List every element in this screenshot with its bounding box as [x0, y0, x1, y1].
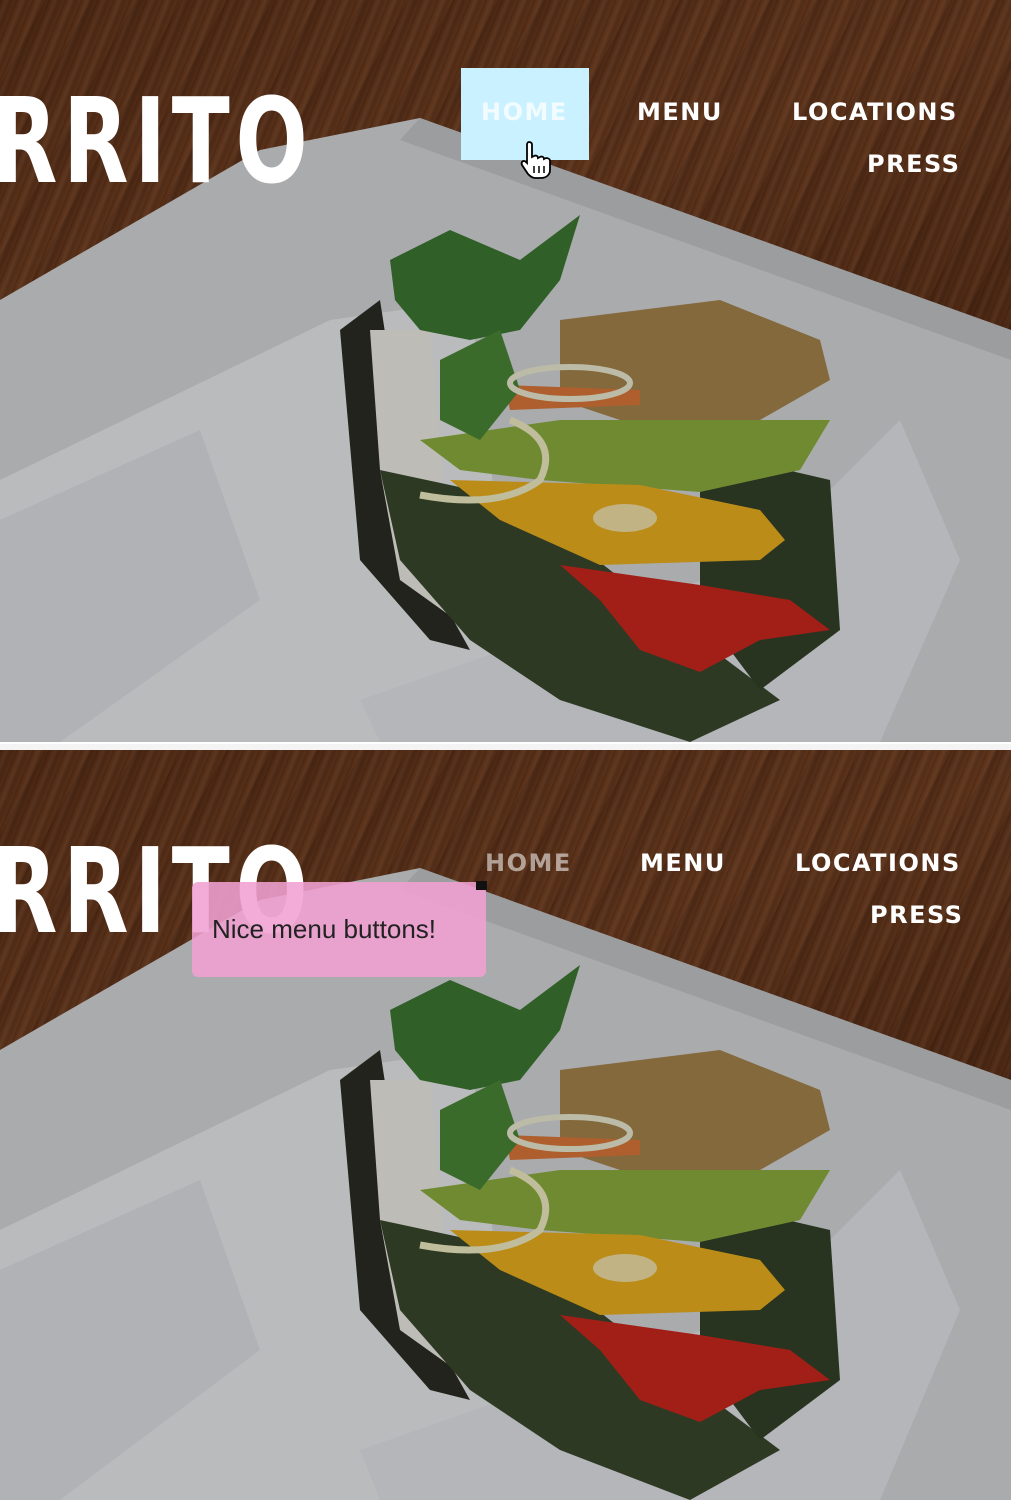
- nav-press[interactable]: PRESS: [870, 901, 963, 929]
- nav-press[interactable]: PRESS: [867, 150, 960, 178]
- comment-text: Nice menu buttons!: [212, 914, 437, 944]
- hand-pointer-icon: [520, 141, 551, 179]
- nav-menu[interactable]: MENU: [637, 98, 723, 126]
- comment-anchor-handle[interactable]: [476, 881, 487, 890]
- nav-menu[interactable]: MENU: [640, 849, 726, 877]
- nav-home-label: HOME: [481, 98, 568, 126]
- hero-panel-comment-state: RRITO HOME MENU LOCATIONS PRESS Nice men…: [0, 750, 1011, 1500]
- nav-locations[interactable]: LOCATIONS: [795, 849, 961, 877]
- hero-panel-hover-state: RRITO HOME MENU LOCATIONS PRESS: [0, 0, 1011, 742]
- comment-bubble[interactable]: Nice menu buttons!: [192, 882, 486, 977]
- nav-home[interactable]: HOME: [485, 849, 572, 877]
- brand-logo[interactable]: RRITO: [0, 82, 313, 200]
- panel-divider: [0, 742, 1011, 750]
- nav-locations[interactable]: LOCATIONS: [792, 98, 958, 126]
